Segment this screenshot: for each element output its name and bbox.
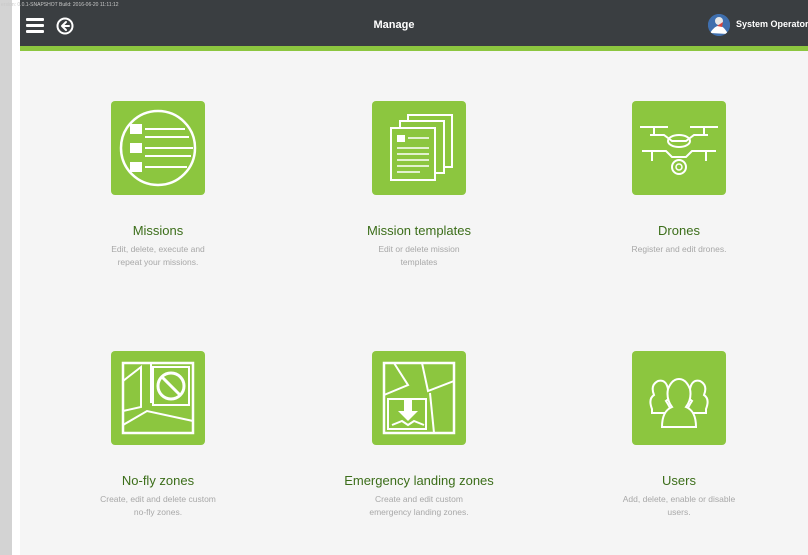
tile-title: Users [662, 473, 696, 488]
page-title: Manage [373, 19, 415, 31]
no-fly-map-icon [111, 351, 205, 445]
mission-list-icon [111, 101, 205, 195]
tile-description: Register and edit drones. [631, 244, 727, 254]
left-gutter-edge [12, 0, 20, 555]
tile-description: Add, delete, enable or disable users. [622, 494, 736, 517]
tile-title: Emergency landing zones [344, 473, 494, 488]
drone-icon [632, 101, 726, 195]
avatar-icon [708, 14, 730, 36]
tile-title: Missions [132, 223, 184, 238]
tile-emergency-landing-zones[interactable]: Emergency landing zones Create and edit … [329, 351, 509, 518]
templates-icon [372, 101, 466, 195]
manage-screen: ersion: 0.0.1-SNAPSHOT Build: 2016-06-20… [1, 0, 808, 555]
tile-title: Mission templates [366, 223, 472, 238]
version-label: ersion: 0.0.1-SNAPSHOT Build: 2016-06-20… [1, 2, 119, 8]
tile-title: No-fly zones [121, 473, 195, 488]
user-avatar[interactable] [708, 14, 730, 36]
tile-drones[interactable]: Drones Register and edit drones. [589, 101, 769, 256]
left-gutter [0, 0, 12, 555]
topbar-accent-line [20, 46, 808, 51]
tile-missions[interactable]: Missions Edit, delete, execute and repea… [68, 101, 248, 268]
users-icon [632, 351, 726, 445]
tile-description: Create and edit custom emergency landing… [369, 494, 469, 517]
landing-zone-icon [372, 351, 466, 445]
tile-no-fly-zones[interactable]: No-fly zones Create, edit and delete cus… [68, 351, 248, 518]
tile-description: Create, edit and delete custom no-fly zo… [100, 494, 216, 517]
tile-description: Edit, delete, execute and repeat your mi… [111, 244, 205, 267]
tile-users[interactable]: Users Add, delete, enable or disable use… [589, 351, 769, 518]
tile-mission-templates[interactable]: Mission templates Edit or delete mission… [329, 101, 509, 268]
user-name[interactable]: System Operator [736, 19, 808, 29]
top-bar: ersion: 0.0.1-SNAPSHOT Build: 2016-06-20… [1, 0, 808, 46]
tile-title: Drones [658, 223, 700, 238]
tile-description: Edit or delete mission templates [378, 244, 460, 267]
